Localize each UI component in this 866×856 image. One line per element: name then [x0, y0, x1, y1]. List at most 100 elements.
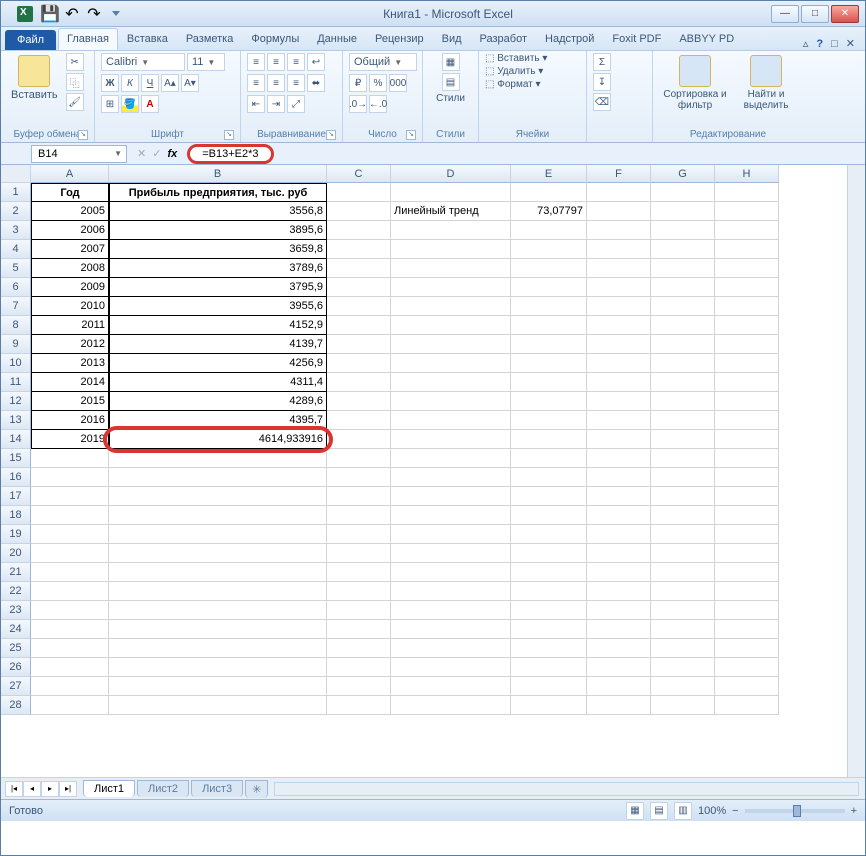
indent-inc-icon[interactable]: ⇥: [267, 95, 285, 113]
column-header[interactable]: H: [715, 165, 779, 183]
qat-more-icon[interactable]: [107, 5, 125, 23]
cell[interactable]: [327, 525, 391, 544]
cell[interactable]: [109, 544, 327, 563]
column-header[interactable]: C: [327, 165, 391, 183]
cell[interactable]: [511, 658, 587, 677]
tab-insert[interactable]: Вставка: [118, 28, 177, 50]
tab-developer[interactable]: Разработ: [471, 28, 536, 50]
cell[interactable]: [715, 297, 779, 316]
cell[interactable]: [587, 240, 651, 259]
cell[interactable]: [715, 202, 779, 221]
cell-styles-button[interactable]: Стили: [436, 93, 465, 104]
cell[interactable]: [109, 658, 327, 677]
cell[interactable]: [651, 696, 715, 715]
cell[interactable]: [511, 259, 587, 278]
tab-abbyy[interactable]: ABBYY PD: [670, 28, 743, 50]
cell[interactable]: [391, 468, 511, 487]
cell[interactable]: [109, 563, 327, 582]
cell[interactable]: [651, 449, 715, 468]
cell[interactable]: [327, 278, 391, 297]
cell[interactable]: [327, 506, 391, 525]
zoom-level[interactable]: 100%: [698, 805, 726, 817]
align-top-icon[interactable]: ≡: [247, 53, 265, 71]
tab-review[interactable]: Рецензир: [366, 28, 433, 50]
font-size-combo[interactable]: 11▼: [187, 53, 225, 71]
align-mid-icon[interactable]: ≡: [267, 53, 285, 71]
cell[interactable]: [715, 563, 779, 582]
cell[interactable]: 2016: [31, 411, 109, 430]
cell[interactable]: 3556,8: [109, 202, 327, 221]
cell[interactable]: [651, 639, 715, 658]
horizontal-scrollbar[interactable]: [274, 782, 859, 796]
fill-color-button[interactable]: 🪣: [121, 95, 139, 113]
tab-file[interactable]: Файл: [5, 30, 56, 50]
cell[interactable]: [391, 639, 511, 658]
table-style-icon[interactable]: ▤: [442, 73, 460, 91]
row-header[interactable]: 14: [1, 430, 31, 449]
cell[interactable]: [511, 183, 587, 202]
cell[interactable]: [651, 411, 715, 430]
cell[interactable]: 73,07797: [511, 202, 587, 221]
zoom-out-icon[interactable]: −: [732, 805, 738, 817]
cell[interactable]: [327, 620, 391, 639]
name-box[interactable]: B14▼: [31, 145, 127, 163]
cell[interactable]: [31, 601, 109, 620]
row-header[interactable]: 2: [1, 202, 31, 221]
cell[interactable]: [587, 221, 651, 240]
vertical-scrollbar[interactable]: [847, 165, 865, 777]
cell[interactable]: [511, 563, 587, 582]
cell[interactable]: [391, 525, 511, 544]
cell[interactable]: [651, 259, 715, 278]
comma-icon[interactable]: 000: [389, 74, 407, 92]
cell[interactable]: [511, 582, 587, 601]
cell[interactable]: [327, 449, 391, 468]
cell[interactable]: 2011: [31, 316, 109, 335]
row-header[interactable]: 6: [1, 278, 31, 297]
cell[interactable]: [715, 278, 779, 297]
cell[interactable]: [587, 544, 651, 563]
cell[interactable]: [391, 449, 511, 468]
decrease-font-icon[interactable]: A▾: [181, 74, 199, 92]
tab-data[interactable]: Данные: [308, 28, 366, 50]
cell[interactable]: [511, 468, 587, 487]
minimize-button[interactable]: —: [771, 5, 799, 23]
cell[interactable]: [587, 525, 651, 544]
cells-delete-button[interactable]: ⬚ Удалить ▾: [485, 66, 543, 77]
cell[interactable]: [327, 430, 391, 449]
dec-decimal-icon[interactable]: ←.0: [369, 95, 387, 113]
tab-home[interactable]: Главная: [58, 28, 118, 50]
row-header[interactable]: 12: [1, 392, 31, 411]
cell[interactable]: [715, 392, 779, 411]
cell[interactable]: [651, 620, 715, 639]
cell[interactable]: [31, 658, 109, 677]
cell[interactable]: [31, 639, 109, 658]
cell[interactable]: [651, 373, 715, 392]
cond-format-icon[interactable]: ▦: [442, 53, 460, 71]
tab-foxit[interactable]: Foxit PDF: [603, 28, 670, 50]
cell[interactable]: [391, 411, 511, 430]
wrap-text-icon[interactable]: ↩: [307, 53, 325, 71]
cell[interactable]: [587, 373, 651, 392]
cell[interactable]: [511, 487, 587, 506]
cell[interactable]: [587, 259, 651, 278]
cell[interactable]: [651, 563, 715, 582]
cell[interactable]: [511, 525, 587, 544]
fx-confirm-icon[interactable]: ✓: [152, 147, 161, 160]
orientation-icon[interactable]: ⤢: [287, 95, 305, 113]
cell[interactable]: [511, 620, 587, 639]
fill-icon[interactable]: ↧: [593, 73, 611, 91]
align-center-icon[interactable]: ≡: [267, 74, 285, 92]
cell[interactable]: [391, 221, 511, 240]
sheet-tab-active[interactable]: Лист1: [83, 780, 135, 797]
doc-restore-icon[interactable]: □: [831, 38, 838, 50]
cell[interactable]: [31, 582, 109, 601]
cell[interactable]: 3955,6: [109, 297, 327, 316]
row-header[interactable]: 1: [1, 183, 31, 202]
cell[interactable]: [31, 525, 109, 544]
row-header[interactable]: 4: [1, 240, 31, 259]
cell[interactable]: 2009: [31, 278, 109, 297]
row-header[interactable]: 13: [1, 411, 31, 430]
cell[interactable]: [31, 544, 109, 563]
cell[interactable]: [587, 620, 651, 639]
align-bot-icon[interactable]: ≡: [287, 53, 305, 71]
